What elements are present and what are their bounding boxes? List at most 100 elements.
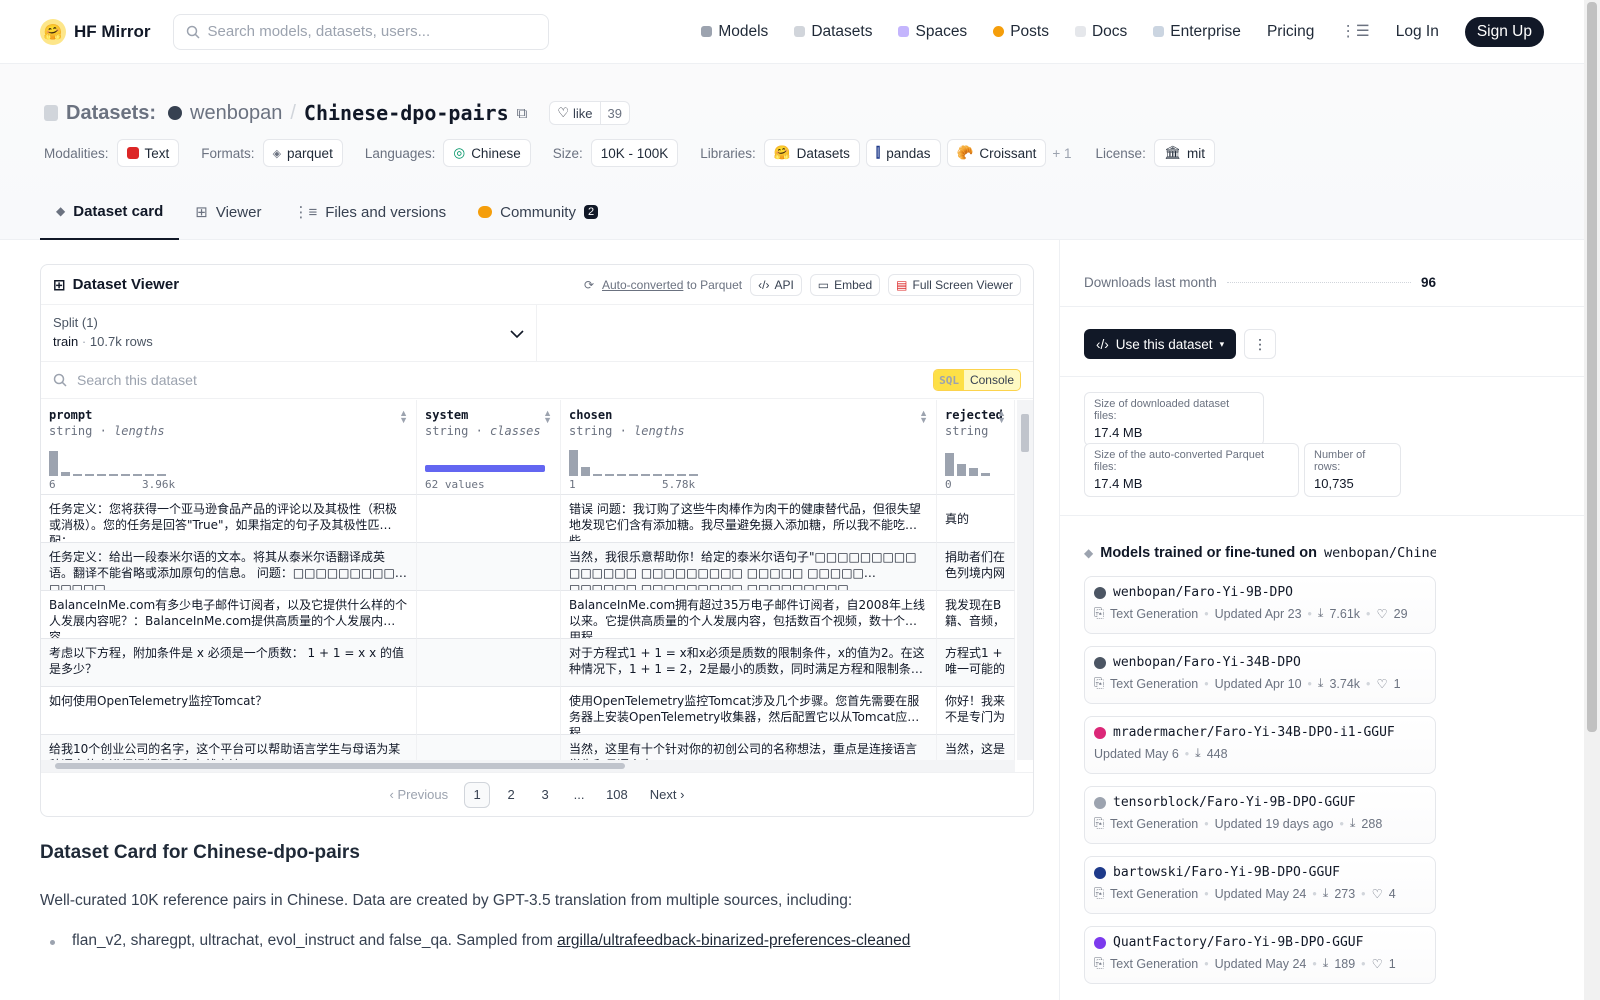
like-button[interactable]: ♡ like 39 [549,101,630,125]
classes-bar[interactable] [425,465,545,472]
table-cell-chosen[interactable]: 错误 问题：我订购了这些牛肉棒作为肉干的健康替代品，但很失望地发现它们含有添加糖… [561,495,937,543]
tab-community[interactable]: Community 2 [462,184,614,240]
histogram-bar[interactable] [617,474,626,476]
table-cell-system[interactable] [417,639,561,687]
signup-button[interactable]: Sign Up [1464,16,1544,47]
nav-menu-button[interactable]: ⋮☰ [1340,22,1369,41]
nav-pricing[interactable]: Pricing [1267,23,1314,41]
sort-icon[interactable]: ▲ ▼ [399,409,408,425]
brand-link[interactable]: 🤗 HF Mirror [40,18,151,45]
model-card[interactable]: QuantFactory/Faro-Yi-9B-DPO-GGUF ⎘ Text Ge… [1084,926,1436,984]
table-vertical-scrollbar[interactable] [1017,400,1033,760]
histogram-bar[interactable] [157,474,166,476]
table-cell-rejected[interactable]: 当然，这是 [937,735,1015,760]
split-select[interactable]: Split (1) train · 10.7k rows [41,305,537,361]
column-header-prompt[interactable]: prompt string · lengths ▲ ▼ 6 3.96k [41,400,417,495]
api-button[interactable]: ‹/› API [750,273,802,296]
table-cell-system[interactable] [417,495,561,543]
auto-converted-link[interactable]: Auto-converted [602,278,683,292]
sort-icon[interactable]: ▲ ▼ [543,409,552,425]
table-cell-rejected[interactable]: 捐助者们在色列境内网 [937,543,1015,591]
histogram-bar[interactable] [109,474,118,476]
tab-viewer[interactable]: ⊞ Viewer [179,184,277,240]
model-card[interactable]: wenbopan/Faro-Yi-9B-DPO ⎘ Text Generation •… [1084,576,1436,634]
table-cell-prompt[interactable]: 给我10个创业公司的名字，这个平台可以帮助语言学生与母语为某种语言的人进行视频通… [41,735,417,760]
histogram-bar[interactable] [969,468,978,476]
table-cell-chosen[interactable]: 使用OpenTelemetry监控Tomcat涉及几个步骤。您首先需要在服务器上… [561,687,937,735]
table-cell-chosen[interactable]: BalanceInMe.com拥有超过35万电子邮件订阅者，自2008年上线以来… [561,591,937,639]
tab-files[interactable]: ⋮≡ Files and versions [277,184,462,240]
table-cell-chosen[interactable]: 当然，这里有十个针对你的初创公司的名称想法，重点是连接语言学生和母语人士… [561,735,937,760]
table-cell-prompt[interactable]: 任务定义：给出一段泰米尔语的文本。将其从泰米尔语翻译成英语。翻译不能省略或添加原… [41,543,417,591]
tag-language-chinese[interactable]: ◎ Chinese [443,139,531,167]
global-search-input[interactable]: Search models, datasets, users... [172,13,549,50]
histogram-bar[interactable] [957,464,966,476]
nav-models[interactable]: Models [701,23,768,41]
table-cell-chosen[interactable]: 当然，我很乐意帮助你！给定的泰米尔语句子"□□□□□□□□□ □□□□□□ □□… [561,543,937,591]
histogram-bar[interactable] [677,474,686,476]
table-cell-system[interactable] [417,543,561,591]
login-link[interactable]: Log In [1396,23,1439,41]
datasets-link[interactable]: Datasets: [66,102,156,125]
histogram-bar[interactable] [641,474,650,476]
table-cell-rejected[interactable]: 真的 [937,495,1015,543]
sort-icon[interactable]: ▲ ▼ [919,409,928,425]
more-options-button[interactable]: ⋮ [1244,329,1277,359]
page-1-button[interactable]: 1 [464,781,491,808]
histogram-bar[interactable] [605,474,614,476]
tag-library-croissant[interactable]: 🥐 Croissant [946,139,1047,167]
next-page-button[interactable]: Next › [642,787,693,802]
tag-library-pandas[interactable]: ⫿ pandas [865,139,941,167]
tag-modality-text[interactable]: Text [116,139,180,167]
tag-size[interactable]: 10K - 100K [590,139,679,167]
table-cell-rejected[interactable]: 方程式1 + 唯一可能的 [937,639,1015,687]
source-dataset-link[interactable]: argilla/ultrafeedback-binarized-preferen… [557,932,910,949]
histogram-bar[interactable] [981,473,990,476]
histogram-bar[interactable] [629,474,638,476]
histogram-bar[interactable] [581,466,590,476]
table-cell-system[interactable] [417,735,561,760]
table-cell-rejected[interactable]: 你好！我来不是专门为 [937,687,1015,735]
histogram-bar[interactable] [121,474,130,476]
histogram-bar[interactable] [61,472,70,476]
nav-datasets[interactable]: Datasets [794,23,872,41]
histogram-bar[interactable] [945,452,954,476]
histogram-bar[interactable] [653,474,662,476]
histogram-bar[interactable] [49,451,58,476]
column-header-rejected[interactable]: rejected string ▲ ▼ 0 [937,400,1015,495]
nav-enterprise[interactable]: Enterprise [1153,23,1241,41]
table-cell-chosen[interactable]: 对于方程式1 + 1 = x和x必须是质数的限制条件，x的值为2。在这种情况下，… [561,639,937,687]
column-header-system[interactable]: system string · classes ▲ ▼ 62 values [417,400,561,495]
histogram-bar[interactable] [689,474,698,476]
page-scrollbar[interactable] [1584,0,1600,1000]
table-cell-prompt[interactable]: BalanceInMe.com有多少电子邮件订阅者，以及它提供什么样的个人发展内… [41,591,417,639]
table-cell-system[interactable] [417,687,561,735]
page-3-button[interactable]: 3 [532,782,558,808]
previous-page-button[interactable]: ‹ Previous [382,787,457,802]
page-2-button[interactable]: 2 [498,782,524,808]
tag-library-datasets[interactable]: 🤗 Datasets [763,139,860,167]
sort-icon[interactable]: ▲ ▼ [997,409,1006,425]
tag-format-parquet[interactable]: ◈ parquet [262,139,343,167]
histogram-bar[interactable] [145,474,154,476]
model-card[interactable]: bartowski/Faro-Yi-9B-DPO-GGUF ⎘ Text Gener… [1084,856,1436,914]
table-cell-prompt[interactable]: 如何使用OpenTelemetry监控Tomcat？ [41,687,417,735]
histogram-bar[interactable] [85,474,94,476]
table-cell-system[interactable] [417,591,561,639]
tab-dataset-card[interactable]: ◆ Dataset card [40,184,180,240]
histogram-bar[interactable] [97,474,106,476]
histogram-bar[interactable] [73,474,82,476]
sql-console-button[interactable]: SQL Console [933,369,1021,391]
nav-docs[interactable]: Docs [1074,23,1127,41]
column-header-chosen[interactable]: chosen string · lengths ▲ ▼ 1 5.78k [561,400,937,495]
model-card[interactable]: wenbopan/Faro-Yi-34B-DPO ⎘ Text Generation… [1084,646,1436,704]
model-card[interactable]: mradermacher/Faro-Yi-34B-DPO-i1-GGUF Upda… [1084,716,1436,774]
copy-icon[interactable]: ⧉ [517,105,528,122]
table-cell-prompt[interactable]: 任务定义：您将获得一个亚马逊食品产品的评论以及其极性（积极或消极）。您的任务是回… [41,495,417,543]
nav-spaces[interactable]: Spaces [898,23,967,41]
libraries-more[interactable]: + 1 [1052,146,1071,161]
embed-button[interactable]: ▭ Embed [809,273,881,296]
model-card[interactable]: tensorblock/Faro-Yi-9B-DPO-GGUF ⎘ Text Gen… [1084,786,1436,844]
fullscreen-viewer-button[interactable]: ▤ Full Screen Viewer [888,273,1021,296]
tag-license-mit[interactable]: 🏛 mit [1153,139,1215,167]
